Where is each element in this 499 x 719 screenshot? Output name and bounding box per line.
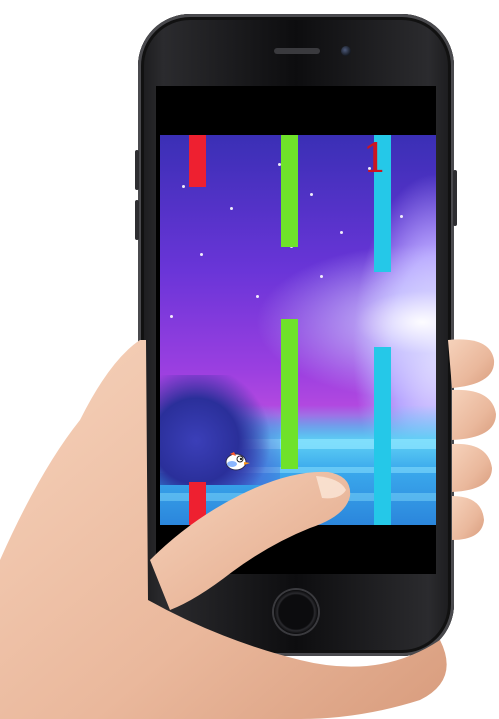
hand xyxy=(0,339,496,719)
